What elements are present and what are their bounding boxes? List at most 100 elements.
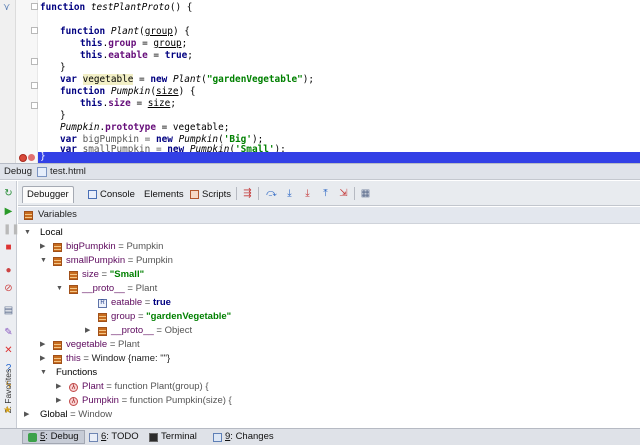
mute-breakpoints-icon[interactable]: ⊘ [3,283,14,294]
force-step-into-icon[interactable]: ⤓ [302,188,313,199]
collapse-arrow-icon[interactable]: ▶ [56,380,64,394]
var-sep: = [115,241,127,252]
debug-config-tab[interactable]: test.html [50,166,86,177]
lambda-icon: λ [69,383,78,392]
tab-scripts[interactable]: Scripts [186,186,235,203]
toolbar-separator [236,187,237,200]
tree-row-this[interactable]: ▶ this = Window {name: ""} [18,352,640,366]
scripts-icon [190,190,199,199]
tree-row-bigpumpkin[interactable]: ▶ bigPumpkin = Pumpkin [18,240,640,254]
favorites-tool-tab[interactable]: 2: Favorites [0,362,17,428]
code-editor[interactable]: ⋎ function testPlantProto() { function P… [0,0,640,163]
stop-icon[interactable]: ■ [3,242,14,253]
code-line-3: function Plant(group) { [60,26,190,38]
fold-marker-icon[interactable] [31,102,38,109]
var-sep: = [135,311,147,322]
tab-changes[interactable]: 9: Changes [208,430,279,444]
step-out-icon[interactable]: ⤒ [320,188,331,199]
var-sep: = [80,353,92,364]
code-line-9: this.size = size; [80,98,176,110]
tree-row-proto[interactable]: ▼ __proto__ = Plant [18,282,640,296]
expand-arrow-icon[interactable]: ▼ [40,254,48,268]
code-token: = vegetable; [155,122,230,133]
tree-row-pumpkin-function[interactable]: ▶ λ Pumpkin = function Pumpkin(size) { [18,394,640,408]
rerun-icon[interactable]: ↻ [3,188,14,199]
structure-icon[interactable]: ⋎ [3,3,13,13]
fold-marker-icon[interactable] [31,58,38,65]
tree-row-plant-function[interactable]: ▶ λ Plant = function Plant(group) { [18,380,640,394]
tree-label: Functions [56,367,98,378]
variable-icon [53,243,62,252]
show-execution-point-icon[interactable]: ⇶ [242,188,253,199]
tree-row-local[interactable]: ▼ Local [18,226,640,240]
tab-todo[interactable]: 6: TODO [84,430,144,444]
view-breakpoints-icon[interactable]: ● [3,265,14,276]
tree-row-size[interactable]: size = "Small" [18,268,640,282]
collapse-arrow-icon[interactable]: ▶ [56,394,64,408]
code-token: ) { [172,26,190,37]
tab-scripts-label: Scripts [202,188,232,200]
code-token: = [130,98,148,109]
code-token: eatable [108,50,148,61]
expand-arrow-icon[interactable]: ▼ [56,282,64,296]
tree-row-smallpumpkin[interactable]: ▼ smallPumpkin = Pumpkin [18,254,640,268]
step-into-icon[interactable]: ⤓ [284,188,295,199]
code-line-15: } [40,151,46,162]
code-token: function [60,26,106,37]
evaluate-expression-icon[interactable]: ▦ [360,188,371,199]
tree-row-proto-object[interactable]: ▶ __proto__ = Object [18,324,640,338]
code-token: this [80,98,103,109]
pin-icon[interactable]: ✎ [3,327,14,338]
fold-marker-icon[interactable] [31,3,38,10]
tree-row-group[interactable]: group = "gardenVegetable" [18,310,640,324]
expand-arrow-icon[interactable]: ▼ [40,366,48,380]
collapse-arrow-icon[interactable]: ▶ [40,352,48,366]
code-token: function [60,86,106,97]
var-value: function Plant(group) { [114,381,209,392]
variable-icon [53,257,62,266]
var-value: true [153,297,171,308]
code-line-1: function testPlantProto() { [40,2,192,14]
expand-arrow-icon[interactable]: ▼ [24,226,32,240]
code-line-11: Pumpkin.prototype = vegetable; [60,122,229,134]
close-icon[interactable]: ✕ [3,345,14,356]
var-name: eatable [111,297,143,308]
code-token: = [147,50,165,61]
variables-tree[interactable]: ▼ Local ▶ bigPumpkin = Pumpkin ▼ smallPu… [18,225,640,428]
var-value: Plant [118,339,140,350]
tree-row-global[interactable]: ▶ Global = Window [18,408,640,422]
collapse-arrow-icon[interactable]: ▶ [40,240,48,254]
step-over-icon[interactable]: ⤼ [266,188,277,199]
run-to-cursor-icon[interactable]: ⇲ [338,188,349,199]
collapse-arrow-icon[interactable]: ▶ [24,408,32,422]
code-token: ; [187,50,193,61]
html-file-icon [37,167,47,177]
fold-marker-icon[interactable] [31,82,38,89]
tree-row-vegetable[interactable]: ▶ vegetable = Plant [18,338,640,352]
tab-debugger[interactable]: Debugger [22,186,74,203]
code-token: var [60,74,77,85]
breakpoint-icon[interactable] [19,154,27,162]
tab-console[interactable]: Console [84,186,139,203]
tree-row-functions[interactable]: ▼ Functions [18,366,640,380]
code-token: = [136,38,154,49]
tab-elements[interactable]: Elements [140,186,188,203]
code-token: "gardenVegetable" [206,74,303,85]
collapse-arrow-icon[interactable]: ▶ [85,324,93,338]
toolbar-separator [258,187,259,200]
collapse-arrow-icon[interactable]: ▶ [40,338,48,352]
var-name: __proto__ [111,325,154,336]
pause-icon[interactable]: ❚❚ [3,224,20,235]
tab-terminal[interactable]: Terminal [144,430,202,444]
resume-icon[interactable]: ▶ [3,206,14,217]
var-name: Global [40,409,68,420]
var-value: Pumpkin [126,241,164,252]
var-sep: = [103,381,115,392]
layout-icon[interactable]: ▤ [3,305,14,316]
tab-text: : TODO [106,431,139,442]
current-execution-line: } [38,151,640,163]
tab-debug[interactable]: 5: Debug [22,430,85,444]
fold-marker-icon[interactable] [31,27,38,34]
code-token: this [80,38,103,49]
tree-row-eatable[interactable]: R eatable = true [18,296,640,310]
